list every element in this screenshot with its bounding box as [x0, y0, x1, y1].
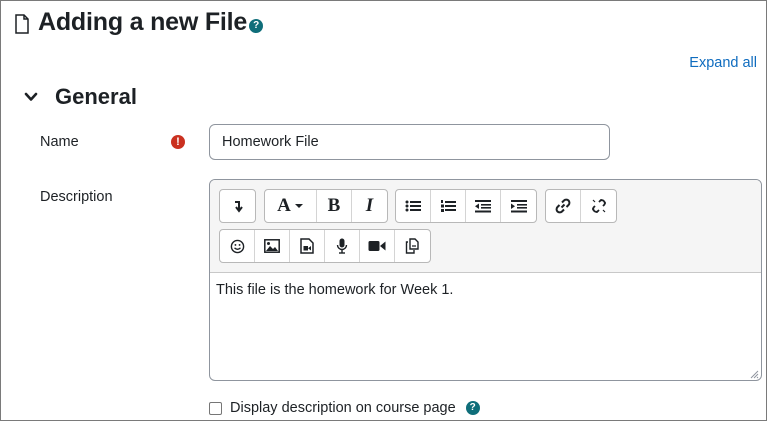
unlink-button[interactable]	[581, 190, 616, 222]
outdent-button[interactable]	[466, 190, 501, 222]
display-description-row: Display description on course page ?	[209, 400, 480, 416]
font-style-icon: A	[277, 195, 291, 216]
bold-icon: B	[327, 195, 341, 216]
toolbar-group-lists	[395, 189, 537, 223]
toolbar-group-links	[545, 189, 617, 223]
bold-button[interactable]: B	[317, 190, 352, 222]
name-input[interactable]	[209, 124, 610, 160]
editor-toolbar: A B I	[210, 180, 761, 273]
record-audio-button[interactable]	[325, 230, 360, 262]
required-icon: !	[171, 135, 185, 149]
section-title: General	[55, 84, 137, 109]
manage-files-icon	[405, 238, 419, 254]
link-icon	[555, 198, 571, 214]
unordered-list-button[interactable]	[396, 190, 431, 222]
font-style-button[interactable]: A	[265, 190, 317, 222]
unlink-icon	[591, 199, 606, 213]
resize-grip-icon[interactable]	[749, 369, 759, 379]
description-editor: A B I This file is the homework for Week…	[209, 179, 762, 381]
chevron-down-icon	[24, 92, 38, 101]
record-video-icon	[368, 241, 386, 251]
italic-button[interactable]: I	[352, 190, 387, 222]
page-title: Adding a new File	[38, 8, 248, 36]
image-icon	[264, 239, 280, 253]
toolbar-group-collapse	[219, 189, 256, 223]
media-icon	[300, 238, 314, 254]
unordered-list-icon	[405, 200, 421, 212]
help-icon[interactable]: ?	[465, 401, 480, 415]
emoji-button[interactable]	[220, 230, 255, 262]
ordered-list-icon	[441, 200, 456, 212]
toolbar-group-style: A B I	[264, 189, 388, 223]
italic-icon: I	[365, 195, 374, 216]
caret-down-icon	[294, 204, 303, 208]
collapse-toolbar-icon	[234, 201, 243, 213]
media-button[interactable]	[290, 230, 325, 262]
display-description-label[interactable]: Display description on course page	[230, 400, 456, 416]
name-label: Name	[40, 134, 79, 150]
page-header: Adding a new File ?	[14, 8, 264, 37]
editor-content[interactable]: This file is the homework for Week 1.	[210, 273, 761, 380]
display-description-checkbox[interactable]	[209, 401, 222, 415]
section-general-toggle[interactable]: General	[24, 84, 137, 110]
description-text: This file is the homework for Week 1.	[216, 282, 454, 298]
help-icon[interactable]: ?	[249, 18, 264, 33]
record-video-button[interactable]	[360, 230, 395, 262]
description-label: Description	[40, 189, 113, 205]
toolbar-group-media	[219, 229, 431, 263]
record-audio-icon	[336, 238, 348, 254]
manage-files-button[interactable]	[395, 230, 430, 262]
indent-icon	[510, 200, 527, 213]
outdent-icon	[475, 200, 491, 213]
link-button[interactable]	[546, 190, 581, 222]
indent-button[interactable]	[501, 190, 536, 222]
emoji-icon	[230, 239, 244, 253]
expand-all-link[interactable]: Expand all	[689, 55, 757, 71]
file-icon	[15, 14, 29, 34]
collapse-toolbar-button[interactable]	[220, 190, 255, 222]
ordered-list-button[interactable]	[431, 190, 466, 222]
image-button[interactable]	[255, 230, 290, 262]
